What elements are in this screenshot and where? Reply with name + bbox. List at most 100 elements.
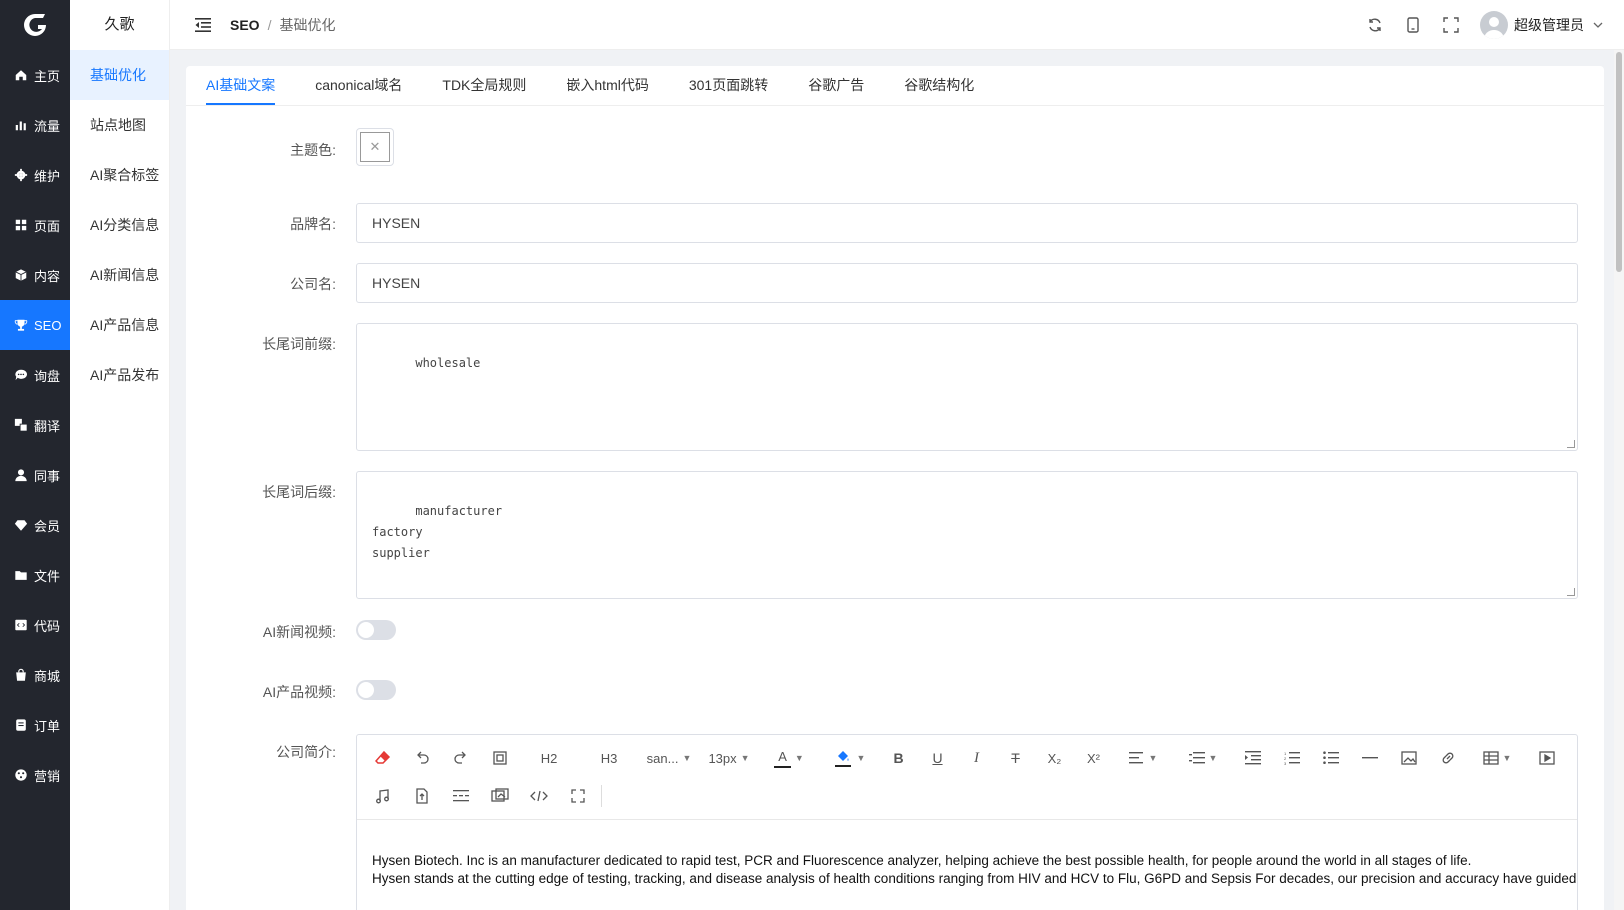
bullet-list-button[interactable] xyxy=(1311,739,1350,777)
breadcrumb: SEO / 基础优化 xyxy=(230,15,335,35)
font-family-select[interactable]: san... ▼ xyxy=(639,739,699,777)
subnav-item[interactable]: AI产品信息 xyxy=(70,300,169,350)
background-color-button[interactable]: ▼ xyxy=(819,739,879,777)
tab[interactable]: 301页面跳转 xyxy=(689,75,768,105)
page-break-button[interactable] xyxy=(441,777,480,815)
tab[interactable]: 谷歌广告 xyxy=(808,75,864,105)
nav-item-7[interactable]: 翻译 xyxy=(0,400,70,450)
strikethrough-icon: T xyxy=(1011,750,1020,766)
logo[interactable] xyxy=(0,0,70,50)
nav-item-3[interactable]: 页面 xyxy=(0,200,70,250)
nav-item-label: SEO xyxy=(34,317,62,333)
nav-item-13[interactable]: 订单 xyxy=(0,700,70,750)
nav-item-10[interactable]: 文件 xyxy=(0,550,70,600)
nav-item-6[interactable]: 询盘 xyxy=(0,350,70,400)
product-video-toggle[interactable] xyxy=(356,680,396,700)
diamond-icon xyxy=(13,517,29,533)
select-all-icon xyxy=(492,751,507,765)
resize-handle[interactable] xyxy=(1567,440,1575,448)
scrollbar-thumb[interactable] xyxy=(1616,52,1622,272)
nav-item-5[interactable]: SEO xyxy=(0,300,70,350)
subnav-item[interactable]: 站点地图 xyxy=(70,100,169,150)
tab[interactable]: 谷歌结构化 xyxy=(904,75,974,105)
tab[interactable]: canonical域名 xyxy=(315,75,402,105)
nav-item-8[interactable]: 同事 xyxy=(0,450,70,500)
prefix-textarea[interactable]: wholesale xyxy=(356,323,1578,451)
page-scrollbar[interactable] xyxy=(1614,50,1624,910)
ordered-list-button[interactable]: 123 xyxy=(1272,739,1311,777)
divider-button[interactable] xyxy=(1350,739,1389,777)
caret-down-icon: ▼ xyxy=(740,753,750,763)
editor-content[interactable]: Hysen Biotech. Inc is an manufacturer de… xyxy=(357,820,1577,888)
menu-toggle-button[interactable] xyxy=(188,17,218,33)
nav-item-label: 流量 xyxy=(34,118,61,134)
source-code-button[interactable] xyxy=(519,777,558,815)
table-button[interactable]: ▼ xyxy=(1467,739,1527,777)
sub-nav: 久歌 基础优化 站点地图 AI聚合标签 AI分类信息 AI新闻信息 AI产品信息 AI产品发… xyxy=(70,0,170,910)
subnav-item[interactable]: AI新闻信息 xyxy=(70,250,169,300)
subnav-item[interactable]: AI分类信息 xyxy=(70,200,169,250)
subscript-button[interactable]: X₂ xyxy=(1035,739,1074,777)
heading-3-button[interactable]: H3 xyxy=(579,739,639,777)
superscript-icon: X² xyxy=(1087,750,1100,766)
text-color-button[interactable]: A ▼ xyxy=(759,739,819,777)
subnav-item[interactable]: AI产品发布 xyxy=(70,350,169,400)
indent-button[interactable] xyxy=(1233,739,1272,777)
nav-item-14[interactable]: 营销 xyxy=(0,750,70,800)
link-button[interactable] xyxy=(1428,739,1467,777)
nav-item-0[interactable]: 主页 xyxy=(0,50,70,100)
nav-item-2[interactable]: 维护 xyxy=(0,150,70,200)
video-button[interactable] xyxy=(1527,739,1566,777)
nav-item-label: 商城 xyxy=(34,668,61,684)
tab-bar: AI基础文案 canonical域名 TDK全局规则 嵌入html代码 301页面跳转 谷… xyxy=(186,66,1604,106)
nav-item-12[interactable]: 商城 xyxy=(0,650,70,700)
tab[interactable]: TDK全局规则 xyxy=(442,75,526,105)
marketing-icon xyxy=(13,767,29,783)
resize-handle[interactable] xyxy=(1567,588,1575,596)
align-button[interactable]: ▼ xyxy=(1113,739,1173,777)
nav-item-1[interactable]: 流量 xyxy=(0,100,70,150)
editor-fullscreen-button[interactable] xyxy=(558,777,597,815)
heading-2-button[interactable]: H2 xyxy=(519,739,579,777)
nav-item-9[interactable]: 会员 xyxy=(0,500,70,550)
superscript-button[interactable]: X² xyxy=(1074,739,1113,777)
brand-input[interactable]: HYSEN xyxy=(356,203,1578,243)
brand-label: 品牌名: xyxy=(290,216,336,232)
toolbar-divider xyxy=(601,785,602,807)
breadcrumb-item[interactable]: SEO xyxy=(230,17,260,33)
italic-button[interactable]: I xyxy=(957,739,996,777)
nav-item-4[interactable]: 内容 xyxy=(0,250,70,300)
image-button[interactable] xyxy=(1389,739,1428,777)
line-height-button[interactable]: ▼ xyxy=(1173,739,1233,777)
image-manager-button[interactable] xyxy=(480,777,519,815)
suffix-textarea[interactable]: manufacturer factory supplier xyxy=(356,471,1578,599)
mobile-preview-button[interactable] xyxy=(1394,0,1432,50)
select-all-button[interactable] xyxy=(480,739,519,777)
redo-button[interactable] xyxy=(441,739,480,777)
company-input[interactable]: HYSEN xyxy=(356,263,1578,303)
nav-item-11[interactable]: 代码 xyxy=(0,600,70,650)
attachment-button[interactable] xyxy=(402,777,441,815)
video-icon xyxy=(1538,751,1555,765)
refresh-button[interactable] xyxy=(1356,0,1394,50)
font-size-select[interactable]: 13px ▼ xyxy=(699,739,759,777)
clear-format-button[interactable] xyxy=(363,739,402,777)
user-menu[interactable]: 超级管理员 xyxy=(1480,11,1604,39)
audio-button[interactable] xyxy=(363,777,402,815)
tab[interactable]: AI基础文案 xyxy=(206,75,276,105)
fullscreen-button[interactable] xyxy=(1432,0,1470,50)
bold-button[interactable]: B xyxy=(879,739,918,777)
tab[interactable]: 嵌入html代码 xyxy=(566,75,648,105)
news-video-toggle[interactable] xyxy=(356,620,396,640)
nav-item-label: 会员 xyxy=(34,518,61,534)
subnav-item[interactable]: 基础优化 xyxy=(70,50,169,100)
bar-chart-icon xyxy=(13,117,29,133)
strikethrough-button[interactable]: T xyxy=(996,739,1035,777)
subnav-item[interactable]: AI聚合标签 xyxy=(70,150,169,200)
editor-toolbar: H2 H3 san... ▼ 13px ▼ A ▼ ▼ B U I T X₂ X² ▼ xyxy=(357,735,1577,820)
font-family-value: san... xyxy=(646,750,679,766)
underline-button[interactable]: U xyxy=(918,739,957,777)
color-picker[interactable]: ✕ xyxy=(356,128,394,166)
undo-button[interactable] xyxy=(402,739,441,777)
caret-down-icon: ▼ xyxy=(794,753,804,763)
